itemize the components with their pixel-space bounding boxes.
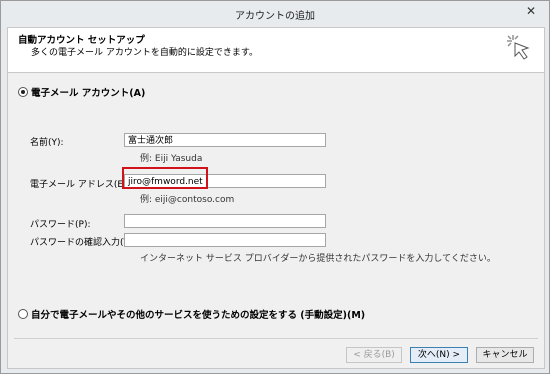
- manual-setup-option[interactable]: 自分で電子メールやその他のサービスを使うための設定をする (手動設定)(M): [18, 307, 365, 321]
- add-account-dialog: アカウントの追加 ✕ 自動アカウント セットアップ 多くの電子メール アカウント…: [0, 0, 550, 374]
- email-label: 電子メール アドレス(E):: [30, 180, 130, 190]
- password-confirm-label: パスワードの確認入力(T):: [30, 238, 136, 248]
- password-input[interactable]: [124, 214, 326, 228]
- email-example: 例: eiji@contoso.com: [140, 195, 235, 205]
- name-label: 名前(Y):: [30, 138, 64, 148]
- dialog-body: 自動アカウント セットアップ 多くの電子メール アカウントを自動的に設定できます…: [7, 27, 545, 369]
- manual-setup-radio[interactable]: [18, 309, 28, 319]
- wizard-header: 自動アカウント セットアップ 多くの電子メール アカウントを自動的に設定できます…: [8, 28, 544, 73]
- footer-divider: [14, 338, 538, 339]
- name-input[interactable]: 富士通次郎: [124, 133, 326, 147]
- window-title: アカウントの追加: [235, 11, 315, 22]
- cancel-button[interactable]: キャンセル: [476, 347, 534, 363]
- email-account-option[interactable]: 電子メール アカウント(A): [18, 85, 145, 99]
- wizard-sparkle-icon: [507, 35, 530, 60]
- close-button[interactable]: ✕: [519, 2, 543, 20]
- password-label: パスワード(P):: [30, 220, 91, 230]
- manual-setup-label: 自分で電子メールやその他のサービスを使うための設定をする (手動設定)(M): [31, 310, 366, 321]
- email-account-label: 電子メール アカウント(A): [31, 88, 146, 99]
- password-hint: インターネット サービス プロバイダーから提供されたパスワードを入力してください…: [140, 254, 496, 264]
- email-highlight-box: [122, 167, 208, 189]
- password-confirm-input[interactable]: [124, 233, 326, 247]
- header-title: 自動アカウント セットアップ: [18, 35, 145, 46]
- header-subtitle: 多くの電子メール アカウントを自動的に設定できます。: [31, 48, 258, 58]
- back-button[interactable]: < 戻る(B): [346, 347, 402, 363]
- name-example: 例: Eiji Yasuda: [140, 154, 203, 164]
- email-account-radio[interactable]: [18, 87, 28, 97]
- next-button[interactable]: 次へ(N) >: [410, 347, 468, 363]
- title-bar: アカウントの追加 ✕: [1, 1, 549, 27]
